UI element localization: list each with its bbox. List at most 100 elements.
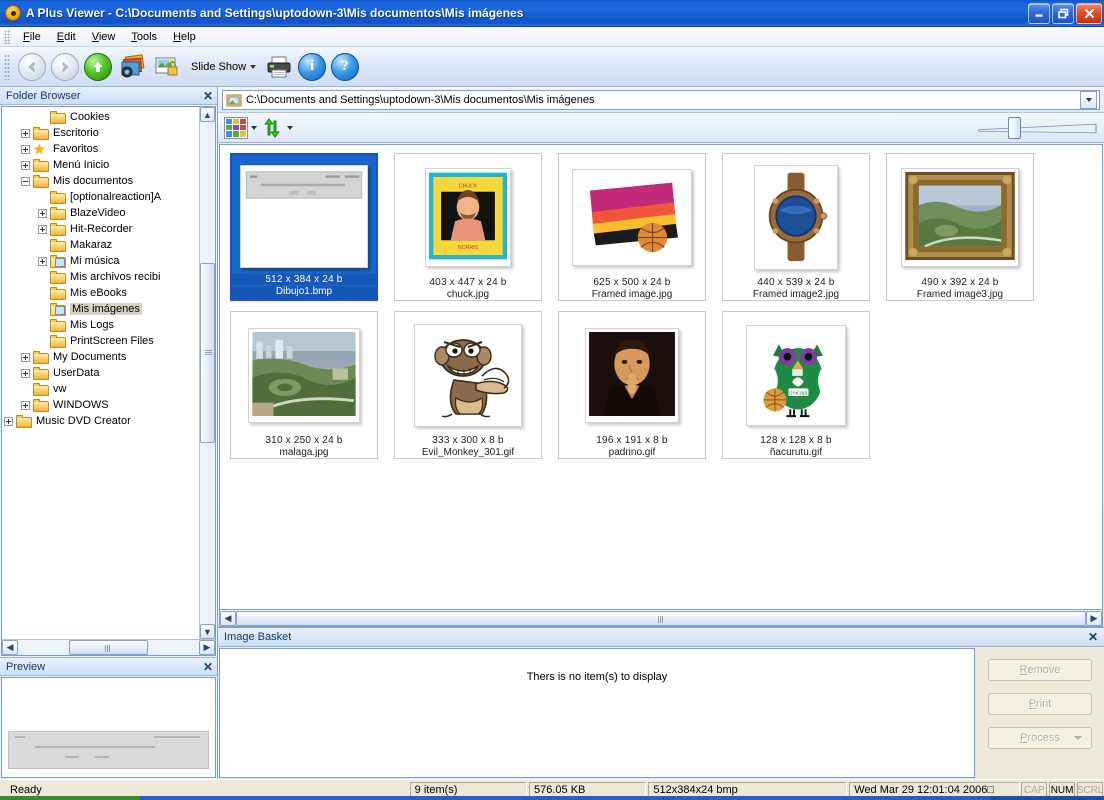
preview-thumbnail-content bbox=[8, 731, 209, 769]
thumb-hscroll-thumb[interactable] bbox=[236, 610, 1086, 626]
tree-node-label: Favoritos bbox=[53, 143, 99, 155]
tree-node[interactable]: Mis imágenes bbox=[4, 301, 215, 317]
folder-tree-hscrollbar[interactable]: ◀ ▶ bbox=[2, 639, 215, 655]
sort-order-icon[interactable] bbox=[260, 117, 284, 139]
tree-node[interactable]: Mis documentos bbox=[4, 173, 215, 189]
thumbnail-size-slider[interactable] bbox=[978, 116, 1098, 139]
thumbnail-tile[interactable]: CHUCK NORRIS 403 x 447 x 24 b chuck.jpg bbox=[394, 153, 542, 301]
expand-icon[interactable] bbox=[4, 416, 13, 426]
slideshow-start-icon[interactable] bbox=[117, 53, 147, 81]
menu-item-edit[interactable]: Edit bbox=[49, 29, 84, 45]
image-basket-close-icon[interactable]: ✕ bbox=[1088, 631, 1098, 643]
tree-node[interactable]: Makaraz bbox=[4, 237, 215, 253]
thumb-scroll-left-icon[interactable]: ◀ bbox=[220, 610, 236, 626]
maximize-button[interactable] bbox=[1052, 2, 1074, 24]
preview-close-icon[interactable]: ✕ bbox=[203, 661, 213, 673]
tree-node[interactable]: Mis eBooks bbox=[4, 285, 215, 301]
process-dropdown-icon[interactable] bbox=[1074, 736, 1082, 740]
expand-icon[interactable] bbox=[38, 208, 47, 218]
expand-icon[interactable] bbox=[21, 144, 30, 154]
folder-tree-vscrollbar[interactable]: ▲ ▼ bbox=[199, 107, 215, 639]
thumbnail-hscrollbar[interactable]: ◀ ▶ bbox=[219, 610, 1103, 627]
thumbnail-tile[interactable]: 310 x 250 x 24 b malaga.jpg bbox=[230, 311, 378, 459]
tree-node[interactable]: BlazeVideo bbox=[4, 205, 215, 221]
chevron-down-icon[interactable] bbox=[250, 64, 257, 69]
menu-item-view[interactable]: View bbox=[84, 29, 124, 45]
image-edit-icon[interactable] bbox=[152, 53, 182, 81]
tree-node[interactable]: Favoritos bbox=[4, 141, 215, 158]
thumbnail-view[interactable]: 512 x 384 x 24 b Dibujo1.bmp CHUCK NORRIS 40… bbox=[219, 144, 1103, 610]
thumbnail-tile[interactable]: 490 x 392 x 24 b Framed image3.jpg bbox=[886, 153, 1034, 301]
expand-icon[interactable] bbox=[38, 224, 47, 234]
expand-icon[interactable] bbox=[21, 128, 30, 138]
vscroll-track[interactable] bbox=[200, 122, 215, 624]
tree-node[interactable]: Music DVD Creator bbox=[4, 413, 215, 429]
minimize-button[interactable] bbox=[1028, 2, 1050, 24]
menu-item-help[interactable]: Help bbox=[165, 29, 204, 45]
thumbnail-tile[interactable]: 512 x 384 x 24 b Dibujo1.bmp bbox=[230, 153, 378, 301]
print-button[interactable]: Print bbox=[988, 693, 1092, 715]
thumbnail-image bbox=[232, 160, 376, 272]
scroll-left-icon[interactable]: ◀ bbox=[2, 640, 18, 655]
tree-node[interactable]: Hit-Recorder bbox=[4, 221, 215, 237]
process-button[interactable]: Process bbox=[988, 727, 1092, 749]
thumbnail-tile[interactable]: 440 x 539 x 24 b Framed image2.jpg bbox=[722, 153, 870, 301]
thumbnail-tile[interactable]: 196 x 191 x 8 b padrino.gif bbox=[558, 311, 706, 459]
thumbnail-tile[interactable]: 333 x 300 x 8 b Evil_Monkey_301.gif bbox=[394, 311, 542, 459]
thumbnail-tile[interactable]: 625 x 500 x 24 b Framed image.jpg bbox=[558, 153, 706, 301]
address-dropdown-icon[interactable] bbox=[1080, 90, 1097, 109]
forward-button[interactable] bbox=[51, 52, 79, 81]
folder-browser-close-icon[interactable]: ✕ bbox=[203, 90, 213, 102]
tree-node[interactable]: UserData bbox=[4, 365, 215, 381]
thumbnail-tile[interactable]: Unicaja 128 x 128 x 8 b ñacurutu.gif bbox=[722, 311, 870, 459]
tree-node[interactable]: Mis Logs bbox=[4, 317, 215, 333]
scroll-up-icon[interactable]: ▲ bbox=[200, 107, 215, 122]
tree-node[interactable]: Escritorio bbox=[4, 125, 215, 141]
help-button[interactable]: ? bbox=[331, 52, 360, 81]
folder-tree-list[interactable]: Cookies Escritorio Favoritos Menú Inicio Mis… bbox=[2, 107, 215, 639]
view-mode-icon[interactable] bbox=[224, 116, 248, 139]
collapse-icon[interactable] bbox=[21, 176, 30, 186]
view-mode-dropdown-icon[interactable] bbox=[251, 125, 257, 130]
expand-icon[interactable] bbox=[21, 352, 30, 362]
up-button[interactable] bbox=[84, 52, 112, 81]
slider-track[interactable] bbox=[978, 123, 1098, 134]
close-button[interactable] bbox=[1076, 2, 1102, 24]
tree-node[interactable]: vw bbox=[4, 381, 215, 397]
tree-node[interactable]: Mis archivos recibi bbox=[4, 269, 215, 285]
slideshow-button[interactable]: Slide Show bbox=[187, 58, 260, 76]
expand-icon[interactable] bbox=[21, 160, 30, 170]
tree-node[interactable]: My Documents bbox=[4, 349, 215, 365]
print-button[interactable] bbox=[265, 55, 293, 79]
slider-thumb[interactable] bbox=[1008, 116, 1021, 139]
preview-image[interactable] bbox=[1, 677, 216, 778]
scroll-right-icon[interactable]: ▶ bbox=[199, 640, 215, 655]
toolbar-gripper-icon[interactable] bbox=[4, 53, 10, 80]
tree-node[interactable]: WINDOWS bbox=[4, 397, 215, 413]
expand-icon[interactable] bbox=[21, 368, 30, 378]
scroll-down-icon[interactable]: ▼ bbox=[200, 624, 215, 639]
tree-node[interactable]: PrintScreen Files bbox=[4, 333, 215, 349]
expand-icon[interactable] bbox=[38, 256, 47, 266]
thumb-scroll-right-icon[interactable]: ▶ bbox=[1086, 610, 1102, 626]
thumbnail-preview-document-icon bbox=[240, 164, 368, 268]
tree-node[interactable]: Cookies bbox=[4, 109, 215, 125]
menu-item-tools[interactable]: Tools bbox=[123, 29, 165, 45]
vscroll-thumb[interactable] bbox=[200, 262, 215, 444]
expand-icon[interactable] bbox=[21, 400, 30, 410]
menu-item-file[interactable]: File bbox=[15, 29, 49, 45]
address-input[interactable]: C:\Documents and Settings\uptodown-3\Mis… bbox=[222, 89, 1100, 110]
tree-node[interactable]: Mi música bbox=[4, 253, 215, 269]
thumb-hscroll-track[interactable] bbox=[236, 610, 1086, 626]
tree-node[interactable]: Menú Inicio bbox=[4, 157, 215, 173]
back-button[interactable] bbox=[18, 52, 46, 81]
hscroll-thumb[interactable] bbox=[68, 640, 149, 655]
menu-gripper-icon[interactable] bbox=[4, 29, 11, 44]
tree-node[interactable]: [optionalreaction]A bbox=[4, 189, 215, 205]
hscroll-track[interactable] bbox=[18, 640, 199, 655]
remove-button[interactable]: Remove bbox=[988, 659, 1092, 681]
sort-dropdown-icon[interactable] bbox=[287, 125, 293, 130]
info-button[interactable]: i bbox=[298, 52, 327, 81]
image-basket-list[interactable]: Thers is no item(s) to display bbox=[219, 648, 975, 778]
tree-node-label: WINDOWS bbox=[53, 399, 109, 411]
